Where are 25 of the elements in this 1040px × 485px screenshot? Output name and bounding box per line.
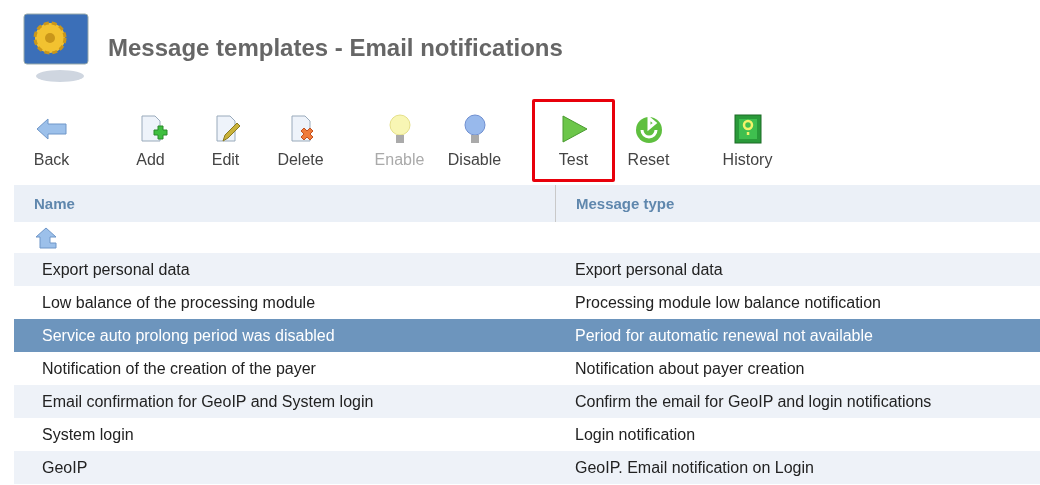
table-cell-text: GeoIP bbox=[41, 457, 89, 478]
toolbar-button[interactable]: Add bbox=[113, 110, 188, 171]
toolbar-button[interactable]: Disable bbox=[437, 110, 512, 171]
toolbar-button[interactable]: Delete bbox=[263, 110, 338, 171]
table-cell-text: Confirm the email for GeoIP and login notifications bbox=[574, 391, 933, 412]
table-cell-text: Email confirmation for GeoIP and System login bbox=[41, 391, 375, 412]
table-row[interactable]: GeoIP GeoIP. Email notification on Login bbox=[14, 451, 1040, 484]
page-title: Message templates - Email notifications bbox=[108, 34, 563, 62]
table-cell-text: Notification of the creation of the payer bbox=[41, 358, 317, 379]
table-cell-text: Low balance of the processing module bbox=[41, 292, 317, 313]
highlighted-toolbar-button[interactable]: Test bbox=[532, 99, 615, 182]
table-cell-text: Notification about payer creation bbox=[574, 358, 806, 379]
table-row[interactable]: Email confirmation for GeoIP and System login Confirm the email for GeoIP and login notifications bbox=[14, 385, 1040, 418]
table-cell-text: Service auto prolong period was disabled bbox=[41, 325, 336, 346]
table-row[interactable]: Export personal data Export personal data bbox=[14, 253, 1040, 286]
table-cell-text: System login bbox=[41, 424, 135, 445]
table-cell-text: Export personal data bbox=[41, 259, 191, 280]
table-cell-text: GeoIP. Email notification on Login bbox=[574, 457, 815, 478]
table-cell-text: Export personal data bbox=[574, 259, 724, 280]
table-cell-text: Processing module low balance notification bbox=[574, 292, 882, 313]
toolbar-button[interactable]: Back bbox=[14, 110, 89, 171]
table-cell-text: Login notification bbox=[574, 424, 697, 445]
toolbar-button[interactable]: Edit bbox=[188, 110, 263, 171]
toolbar-button[interactable]: History bbox=[710, 110, 785, 171]
table-cell-text: Period for automatic renewal not available bbox=[574, 325, 874, 346]
